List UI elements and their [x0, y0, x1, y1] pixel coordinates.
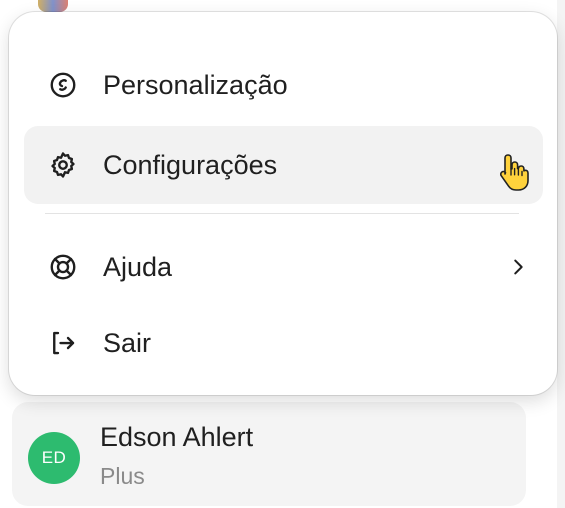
menu-item-logout[interactable]: Sair: [24, 304, 543, 382]
hand-cursor-icon: [499, 154, 529, 191]
logout-icon: [48, 328, 78, 358]
lifebuoy-icon: [48, 252, 78, 282]
menu-item-help[interactable]: Ajuda: [24, 228, 543, 306]
gear-icon: [48, 150, 78, 180]
menu-item-personalization[interactable]: Personalização: [24, 46, 543, 124]
menu-item-label: Configurações: [103, 149, 278, 180]
menu-divider: [45, 213, 519, 214]
user-name: Edson Ahlert: [100, 422, 254, 452]
background-avatar-peek: [38, 0, 68, 12]
menu-item-label: Sair: [103, 327, 152, 358]
avatar-initials: ED: [41, 448, 67, 467]
avatar[interactable]: ED: [28, 432, 80, 484]
chevron-right-icon: [514, 259, 523, 275]
user-plan: Plus: [100, 463, 145, 489]
account-menu: Personalização Configurações Ajuda Sair: [9, 12, 557, 395]
menu-item-label: Personalização: [103, 69, 288, 100]
personalization-icon: [48, 70, 78, 100]
scrollbar-track[interactable]: [557, 0, 565, 508]
user-account-button[interactable]: [12, 402, 526, 506]
menu-item-settings[interactable]: Configurações: [24, 126, 543, 204]
menu-item-label: Ajuda: [103, 251, 173, 282]
